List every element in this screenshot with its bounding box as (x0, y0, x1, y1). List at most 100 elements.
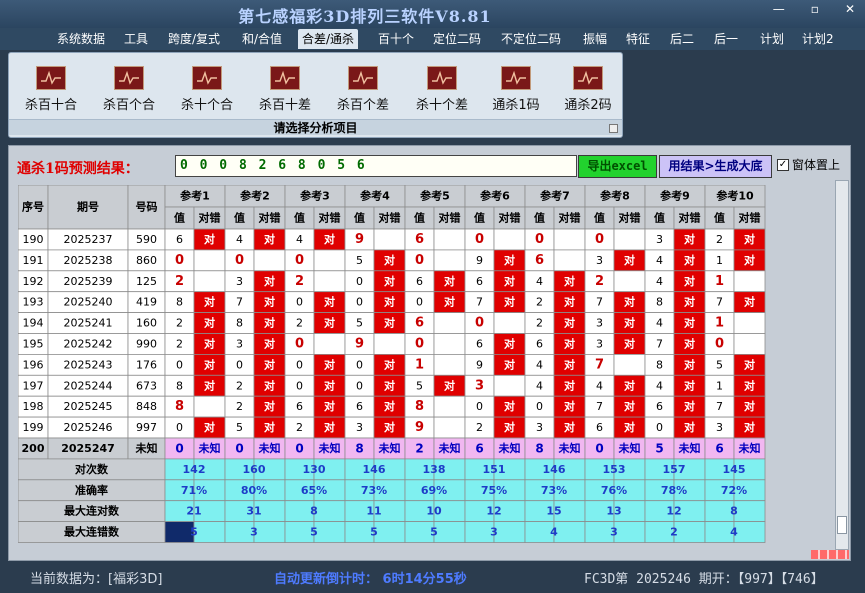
ref-value: 4 (296, 233, 303, 246)
stat-value-cell (553, 521, 586, 543)
stat-value: 8 (730, 505, 738, 518)
scroll-thumb[interactable] (837, 516, 847, 534)
stat-value: 10 (426, 505, 442, 518)
ribbon-expand-button[interactable] (609, 124, 618, 133)
ref-header: 参考2 (240, 189, 270, 203)
correct-mark: 对 (264, 336, 275, 350)
mark-cell (193, 249, 226, 272)
correct-mark: 对 (444, 378, 455, 392)
row-issue: 2025246 (64, 421, 113, 434)
row-seq: 191 (23, 254, 44, 267)
ref-value: 3 (356, 421, 363, 434)
correct-mark: 对 (204, 420, 215, 434)
row-issue: 2025243 (64, 358, 113, 371)
ref-value: 2 (295, 274, 304, 289)
correct-mark: 对 (324, 399, 335, 413)
menu-item-5[interactable]: 合差/通杀 (298, 29, 359, 49)
ribbon-button-2[interactable]: 杀百个合 (94, 66, 164, 113)
ribbon-button-5[interactable]: 杀百个差 (328, 66, 398, 113)
ribbon-button-1[interactable]: 杀百十合 (16, 66, 86, 113)
correct-mark: 对 (624, 295, 635, 309)
correct-mark: 对 (624, 420, 635, 434)
stat-value-cell (373, 521, 406, 543)
export-excel-button[interactable]: 导出excel (578, 155, 657, 178)
correct-mark: 对 (684, 357, 695, 371)
ribbon-button-4[interactable]: 杀百十差 (250, 66, 320, 113)
menu-item-11[interactable]: 后二 (670, 29, 694, 49)
ref-value: 9 (476, 358, 483, 371)
correct-mark: 对 (204, 357, 215, 371)
pending-issue: 2025247 (61, 442, 115, 455)
vertical-scrollbar[interactable] (835, 180, 849, 550)
row-num: 673 (136, 379, 157, 392)
mark-cell (373, 333, 406, 355)
stat-value: 73% (361, 484, 387, 497)
stat-value: 5 (310, 526, 318, 539)
menu-item-12[interactable]: 后一 (714, 29, 738, 49)
stat-value: 153 (603, 463, 626, 476)
correct-mark: 对 (624, 336, 635, 350)
correct-mark: 对 (744, 253, 755, 267)
menu-item-3[interactable]: 跨度/复式 (168, 29, 220, 49)
correct-mark: 对 (324, 316, 335, 330)
generate-big-base-button[interactable]: 用结果>生成大底 (659, 155, 772, 178)
ribbon-button-3[interactable]: 杀十个合 (172, 66, 242, 113)
menu-item-10[interactable]: 特征 (626, 29, 650, 49)
trend-chart-icon (501, 66, 531, 90)
close-button[interactable]: ✕ (845, 2, 855, 16)
sub-header-value: 值 (294, 211, 305, 225)
app-title: 第七感福彩3D排列三软件V8.81 (238, 7, 492, 26)
window-topmost-checkbox[interactable]: ✓ 窗体置上 (777, 156, 840, 173)
ribbon-button-7[interactable]: 通杀1码 (481, 66, 551, 113)
correct-mark: 对 (684, 420, 695, 434)
stat-value: 76% (601, 484, 627, 497)
menu-item-6[interactable]: 百十个 (378, 29, 414, 49)
correct-mark: 对 (684, 336, 695, 350)
ribbon-button-label: 杀百十差 (258, 98, 311, 113)
menu-item-4[interactable]: 和/合值 (242, 29, 282, 49)
ribbon-button-6[interactable]: 杀十个差 (407, 66, 477, 113)
minimize-button[interactable]: — (773, 2, 785, 16)
menu-item-14[interactable]: 计划2 (802, 29, 834, 49)
menu-item-7[interactable]: 定位二码 (433, 29, 481, 49)
correct-mark: 对 (684, 316, 695, 330)
correct-mark: 对 (264, 357, 275, 371)
status-bar: 当前数据为：[福彩3D] 自动更新倒计时： 6时14分55秒 FC3D第 202… (0, 563, 865, 593)
correct-mark: 对 (384, 274, 395, 288)
ref-header: 参考9 (660, 189, 690, 203)
ref-value: 0 (296, 358, 303, 371)
row-seq: 190 (23, 233, 44, 246)
ref-value: 1 (415, 357, 424, 372)
ref-value: 2 (176, 337, 183, 350)
menu-item-13[interactable]: 计划 (760, 29, 784, 49)
pending-value: 0 (235, 441, 243, 455)
ribbon-button-label: 杀十个差 (415, 98, 468, 113)
pending-mark: 未知 (738, 441, 761, 455)
correct-mark: 对 (204, 232, 215, 246)
menu-item-9[interactable]: 振幅 (583, 29, 607, 49)
ref-value: 7 (656, 337, 663, 350)
mark-cell (733, 312, 766, 334)
pending-value: 0 (595, 441, 603, 455)
row-num: 590 (136, 233, 157, 246)
pending-value: 0 (295, 441, 303, 455)
ribbon-button-8[interactable]: 通杀2码 (553, 66, 623, 113)
ref-value: 0 (356, 358, 363, 371)
maximize-button[interactable]: ▫ (811, 2, 819, 16)
row-seq: 193 (23, 296, 44, 309)
menu-item-8[interactable]: 不定位二码 (501, 29, 561, 49)
result-table: 序号 期号 号码 参考1 值对错 参考2 值对错 参考3 值对错 参考4 值对错 参考5 值对错 参考6 值… (18, 185, 766, 543)
ref-value: 3 (475, 378, 484, 393)
prediction-value-field[interactable]: 0 0 0 8 2 6 8 0 5 6 (175, 155, 577, 177)
pending-mark: 未知 (438, 441, 461, 455)
correct-mark: 对 (264, 316, 275, 330)
mark-cell (433, 228, 466, 251)
menu-item-1[interactable]: 系统数据 (57, 29, 105, 49)
stat-value: 73% (541, 484, 567, 497)
menu-item-2[interactable]: 工具 (124, 29, 148, 49)
correct-mark: 对 (564, 357, 575, 371)
correct-mark: 对 (384, 420, 395, 434)
sub-header-value: 值 (174, 211, 185, 225)
mark-cell (433, 249, 466, 272)
mark-cell (433, 353, 466, 376)
